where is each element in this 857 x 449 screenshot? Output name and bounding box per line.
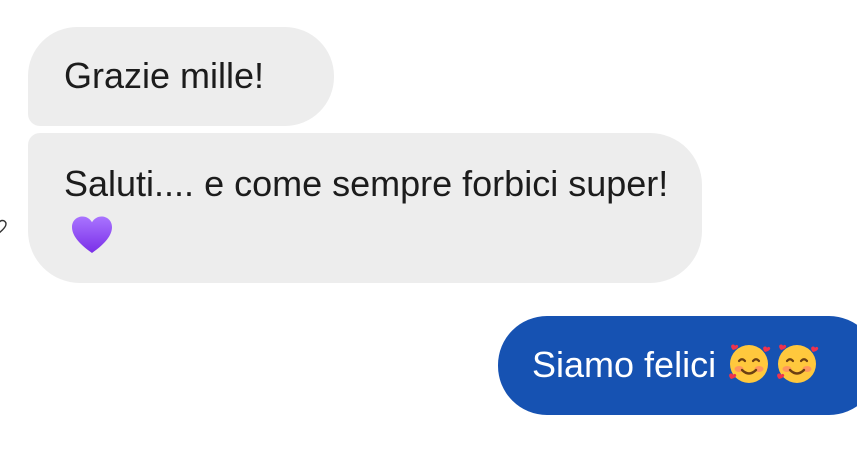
purple-heart-icon xyxy=(72,216,112,254)
outgoing-message-bubble[interactable]: Siamo felici xyxy=(498,316,857,415)
message-text: Siamo felici xyxy=(532,344,717,385)
incoming-message-bubble[interactable]: Grazie mille! xyxy=(28,27,334,126)
message-text: Saluti.... e come sempre forbici super! xyxy=(64,163,669,204)
incoming-message-bubble[interactable]: Saluti.... e come sempre forbici super! xyxy=(28,133,702,283)
smiling-face-with-hearts-icon xyxy=(729,344,771,384)
smiling-face-with-hearts-icon xyxy=(777,344,819,384)
reaction-heart-icon xyxy=(0,219,7,234)
message-text: Grazie mille! xyxy=(64,55,265,96)
